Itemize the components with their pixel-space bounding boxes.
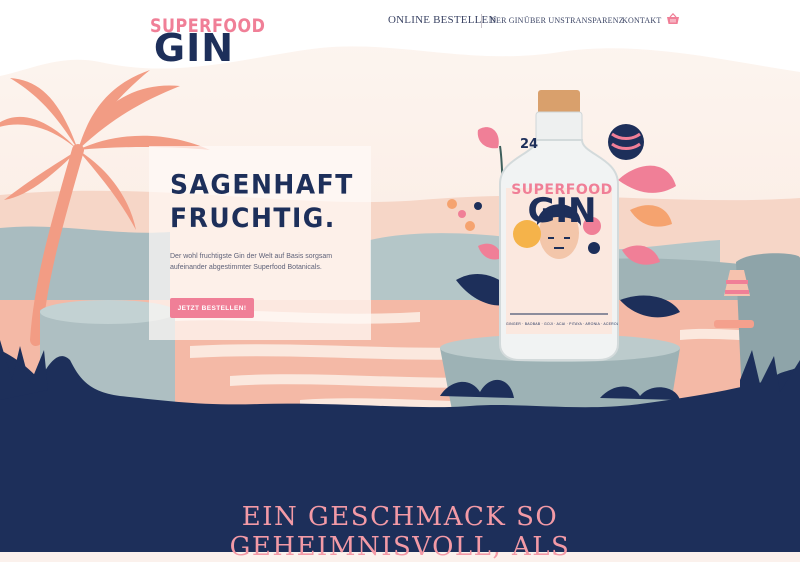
section-headline-line-1: EIN GESCHMACK SO (241, 502, 559, 532)
basket-icon[interactable] (666, 13, 680, 25)
bottle-badge-number: 24 (519, 137, 539, 152)
nav-kontakt[interactable]: KONTAKT (622, 16, 661, 25)
nav-ueber-uns[interactable]: ÜBER UNS (524, 16, 565, 25)
bottle-botanicals: GINGER · BAOBAB · GOJI · ACAI · PITAYA ·… (506, 322, 618, 326)
section-headline: EIN GESCHMACK SO GEHEIMNISVOLL, ALS (0, 502, 800, 562)
hero-description: Der wohl fruchtigste Gin der Welt auf Ba… (170, 253, 333, 271)
hero-illustration (0, 0, 800, 552)
hero-title-line-2: FRUCHTIG. (170, 203, 336, 234)
section-headline-line-2: GEHEIMNISVOLL, ALS (229, 532, 571, 562)
nav-transparenz[interactable]: TRANSPARENZ (565, 16, 624, 25)
nav-divider (481, 14, 482, 28)
order-now-button[interactable]: JETZT BESTELLEN! (170, 298, 254, 318)
bottle-brand-main: GIN (527, 191, 597, 231)
hero-title-line-1: SAGENHAFT (170, 169, 354, 200)
hero-title: SAGENHAFT FRUCHTIG. (170, 168, 354, 235)
nav-der-gin[interactable]: DER GIN (490, 16, 524, 25)
logo-gin[interactable]: GIN (150, 28, 238, 68)
